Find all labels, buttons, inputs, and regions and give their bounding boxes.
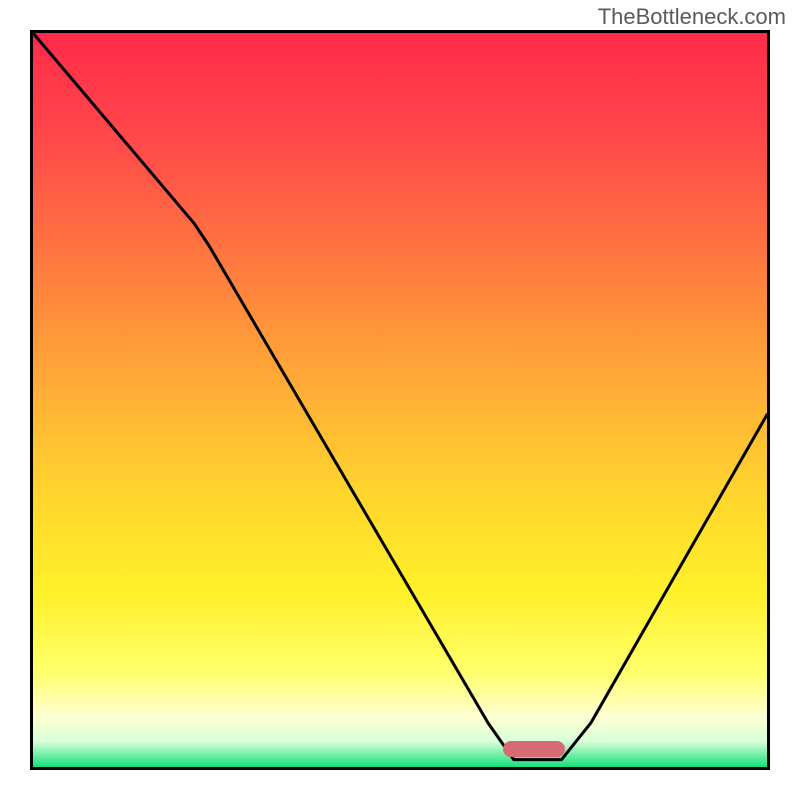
plot-frame	[30, 30, 770, 770]
curve-line	[33, 33, 767, 767]
watermark-label: TheBottleneck.com	[598, 4, 786, 30]
optimum-marker	[503, 741, 565, 757]
plot-area	[33, 33, 767, 767]
chart-container: TheBottleneck.com	[0, 0, 800, 800]
